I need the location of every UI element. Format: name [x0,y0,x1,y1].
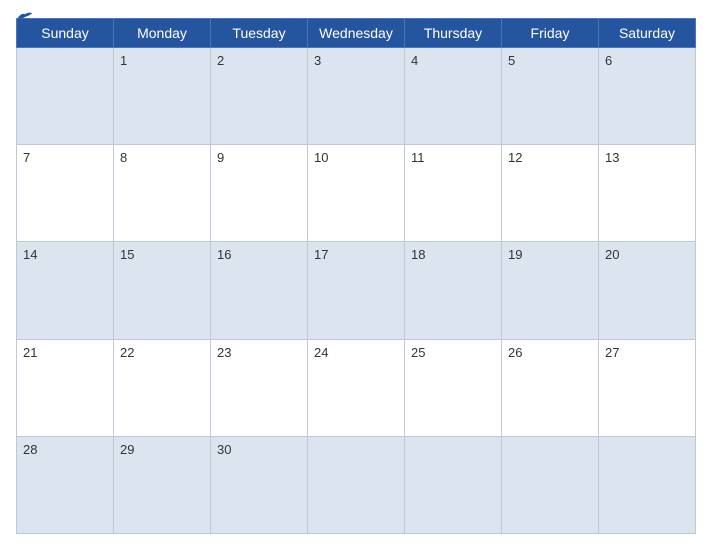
calendar-week-row: 28 29 30 [17,436,696,533]
calendar-day-11: 11 [405,145,502,242]
weekday-header-tuesday: Tuesday [211,19,308,48]
calendar-day-29: 29 [114,436,211,533]
day-number: 22 [120,345,134,360]
calendar-wrapper: SundayMondayTuesdayWednesdayThursdayFrid… [0,0,712,550]
calendar-day-19: 19 [502,242,599,339]
day-number: 30 [217,442,231,457]
day-number: 25 [411,345,425,360]
logo-blue-text [16,10,36,24]
calendar-day-20: 20 [599,242,696,339]
calendar-day-17: 17 [308,242,405,339]
calendar-day-empty [599,436,696,533]
calendar-thead: SundayMondayTuesdayWednesdayThursdayFrid… [17,19,696,48]
day-number: 29 [120,442,134,457]
calendar-day-2: 2 [211,48,308,145]
calendar-day-empty [502,436,599,533]
weekday-header-thursday: Thursday [405,19,502,48]
day-number: 19 [508,247,522,262]
calendar-day-6: 6 [599,48,696,145]
calendar-day-3: 3 [308,48,405,145]
calendar-table: SundayMondayTuesdayWednesdayThursdayFrid… [16,18,696,534]
calendar-day-30: 30 [211,436,308,533]
calendar-day-24: 24 [308,339,405,436]
weekday-header-saturday: Saturday [599,19,696,48]
day-number: 11 [411,150,425,165]
calendar-day-28: 28 [17,436,114,533]
calendar-day-8: 8 [114,145,211,242]
calendar-day-27: 27 [599,339,696,436]
day-number: 10 [314,150,328,165]
day-number: 5 [508,53,515,68]
day-number: 14 [23,247,37,262]
calendar-day-7: 7 [17,145,114,242]
calendar-day-26: 26 [502,339,599,436]
calendar-day-9: 9 [211,145,308,242]
day-number: 18 [411,247,425,262]
day-number: 20 [605,247,619,262]
day-number: 23 [217,345,231,360]
logo-area [16,10,36,24]
day-number: 17 [314,247,328,262]
calendar-day-1: 1 [114,48,211,145]
day-number: 2 [217,53,224,68]
day-number: 9 [217,150,224,165]
calendar-day-12: 12 [502,145,599,242]
calendar-day-13: 13 [599,145,696,242]
weekday-header-row: SundayMondayTuesdayWednesdayThursdayFrid… [17,19,696,48]
day-number: 7 [23,150,30,165]
day-number: 28 [23,442,37,457]
calendar-day-14: 14 [17,242,114,339]
calendar-day-empty [17,48,114,145]
day-number: 15 [120,247,134,262]
calendar-day-10: 10 [308,145,405,242]
logo-bird-icon [16,10,34,24]
weekday-header-wednesday: Wednesday [308,19,405,48]
calendar-day-4: 4 [405,48,502,145]
calendar-day-5: 5 [502,48,599,145]
calendar-day-15: 15 [114,242,211,339]
day-number: 21 [23,345,37,360]
day-number: 13 [605,150,619,165]
calendar-week-row: 21 22 23 24 25 26 27 [17,339,696,436]
day-number: 12 [508,150,522,165]
calendar-day-22: 22 [114,339,211,436]
day-number: 1 [120,53,127,68]
day-number: 3 [314,53,321,68]
calendar-day-21: 21 [17,339,114,436]
calendar-week-row: 7 8 9 10 11 12 13 [17,145,696,242]
calendar-week-row: 1 2 3 4 5 6 [17,48,696,145]
calendar-day-empty [308,436,405,533]
calendar-day-23: 23 [211,339,308,436]
day-number: 6 [605,53,612,68]
calendar-body: 1234567891011121314151617181920212223242… [17,48,696,534]
day-number: 24 [314,345,328,360]
day-number: 4 [411,53,418,68]
weekday-header-friday: Friday [502,19,599,48]
calendar-day-18: 18 [405,242,502,339]
day-number: 16 [217,247,231,262]
day-number: 8 [120,150,127,165]
calendar-day-25: 25 [405,339,502,436]
calendar-week-row: 14 15 16 17 18 19 20 [17,242,696,339]
calendar-day-empty [405,436,502,533]
weekday-header-monday: Monday [114,19,211,48]
day-number: 26 [508,345,522,360]
calendar-day-16: 16 [211,242,308,339]
day-number: 27 [605,345,619,360]
